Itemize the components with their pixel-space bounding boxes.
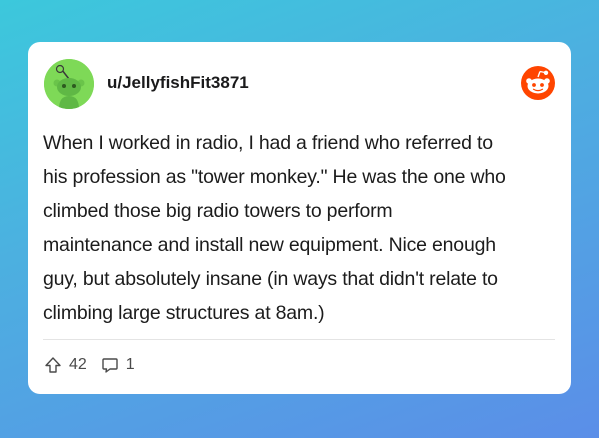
comment-bubble-icon[interactable] <box>101 356 119 374</box>
post-line: When I worked in radio, I had a friend w… <box>43 132 493 154</box>
post-actions: 42 1 <box>44 356 149 374</box>
user-avatar[interactable] <box>44 59 94 109</box>
username[interactable]: u/JellyfishFit3871 <box>107 73 249 93</box>
snoo-avatar-icon <box>44 59 94 109</box>
post-line: climbed those big radio towers to perfor… <box>43 200 393 222</box>
upvote-arrow-icon[interactable] <box>44 356 62 374</box>
post-body: When I worked in radio, I had a friend w… <box>43 126 558 330</box>
post-line: his profession as "tower monkey." He was… <box>43 166 506 188</box>
upvote-count: 42 <box>69 356 87 373</box>
post-line: maintenance and install new equipment. N… <box>43 234 496 256</box>
post-line: climbing large structures at 8am.) <box>43 302 325 324</box>
reddit-logo-icon <box>521 66 555 100</box>
comment-count: 1 <box>125 356 135 373</box>
divider <box>43 339 555 340</box>
post-card: u/JellyfishFit3871 When I worked in radi… <box>28 42 571 394</box>
post-line: guy, but absolutely insane (in ways that… <box>43 268 498 290</box>
